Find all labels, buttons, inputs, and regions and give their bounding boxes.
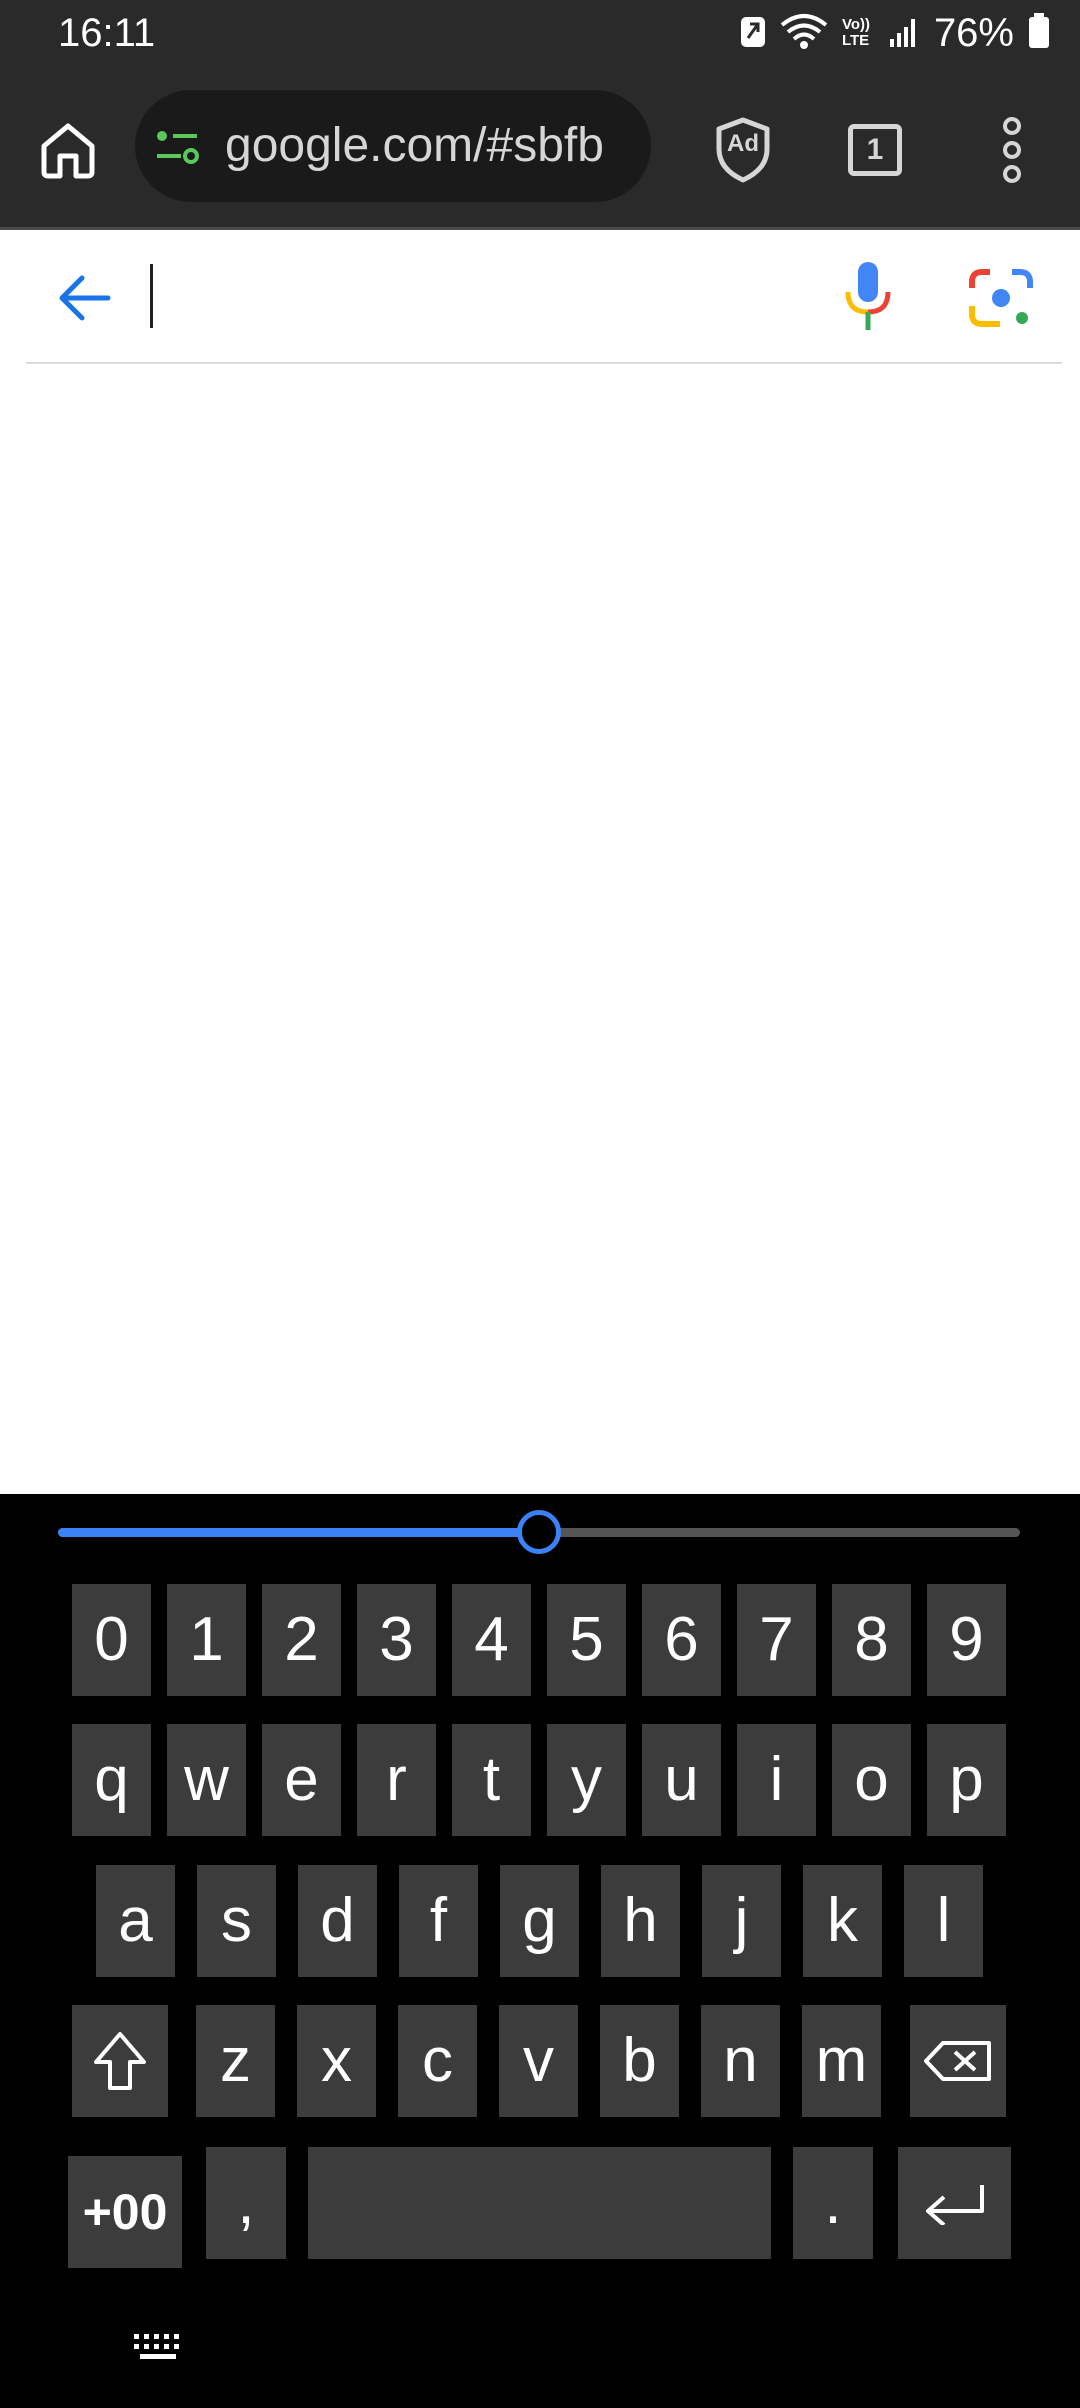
key-j[interactable]: j <box>702 1865 781 1977</box>
backspace-key[interactable] <box>910 2005 1006 2117</box>
enter-icon <box>925 2185 984 2225</box>
search-bar <box>26 230 1062 364</box>
key-x[interactable]: x <box>297 2005 376 2117</box>
key-y[interactable]: y <box>547 1724 626 1836</box>
browser-toolbar: google.com/#sbfb Ad 1 <box>0 72 1080 230</box>
url-text[interactable]: google.com/#sbfb <box>225 90 635 202</box>
key-f[interactable]: f <box>399 1865 478 1977</box>
key-9[interactable]: 9 <box>927 1584 1006 1696</box>
keyboard: 0 1 2 3 4 5 6 7 8 9 q w e r t y u i o p a s d f g h j k l z x c v b n m +00,… <box>0 1494 1080 2408</box>
keyboard-switch-icon[interactable] <box>132 2332 186 2362</box>
more-vert-icon <box>1003 117 1021 183</box>
key-z[interactable]: z <box>196 2005 275 2117</box>
key-o[interactable]: o <box>832 1724 911 1836</box>
key-m[interactable]: m <box>802 2005 881 2117</box>
key-k[interactable]: k <box>803 1865 882 1977</box>
ad-block-label: Ad <box>727 130 759 157</box>
key-3[interactable]: 3 <box>357 1584 436 1696</box>
google-lens-icon[interactable] <box>966 266 1036 330</box>
site-settings-icon[interactable] <box>155 126 199 166</box>
url-bar[interactable]: google.com/#sbfb <box>135 90 651 202</box>
key-c[interactable]: c <box>398 2005 477 2117</box>
slider-fill <box>58 1528 539 1537</box>
key-u[interactable]: u <box>642 1724 721 1836</box>
key-d[interactable]: d <box>298 1865 377 1977</box>
key-8[interactable]: 8 <box>832 1584 911 1696</box>
period-key[interactable]: . <box>793 2147 873 2259</box>
key-t[interactable]: t <box>452 1724 531 1836</box>
signal-icon <box>889 15 920 52</box>
slider-thumb[interactable] <box>517 1510 561 1554</box>
key-i[interactable]: i <box>737 1724 816 1836</box>
volte-icon: Vo)) LTE <box>841 16 870 49</box>
keyboard-size-slider[interactable] <box>58 1510 1020 1554</box>
battery-percent: 76% <box>933 11 1014 55</box>
key-r[interactable]: r <box>357 1724 436 1836</box>
status-icons: Vo)) LTE 76% <box>740 8 1050 58</box>
key-5[interactable]: 5 <box>547 1584 626 1696</box>
key-4[interactable]: 4 <box>452 1584 531 1696</box>
text-cursor <box>150 264 153 328</box>
wifi-icon <box>780 13 828 54</box>
comma-key[interactable]: , <box>206 2147 286 2259</box>
key-7[interactable]: 7 <box>737 1584 816 1696</box>
key-p[interactable]: p <box>927 1724 1006 1836</box>
shift-icon <box>94 2032 146 2090</box>
key-v[interactable]: v <box>499 2005 578 2117</box>
key-6[interactable]: 6 <box>642 1584 721 1696</box>
key-s[interactable]: s <box>197 1865 276 1977</box>
tab-count: 1 <box>866 133 884 166</box>
shift-key[interactable] <box>72 2005 168 2117</box>
status-bar: 16:11 Vo)) LTE 76% <box>0 0 1080 72</box>
key-a[interactable]: a <box>96 1865 175 1977</box>
tab-switcher-button[interactable]: 1 <box>848 124 902 176</box>
key-e[interactable]: e <box>262 1724 341 1836</box>
key-g[interactable]: g <box>500 1865 579 1977</box>
search-input[interactable] <box>148 260 832 334</box>
numbers-key[interactable]: +00 <box>68 2156 182 2268</box>
enter-key[interactable] <box>898 2147 1011 2259</box>
key-0[interactable]: 0 <box>72 1584 151 1696</box>
data-saver-icon <box>740 14 766 53</box>
key-1[interactable]: 1 <box>167 1584 246 1696</box>
battery-icon <box>1028 12 1050 54</box>
space-bar[interactable] <box>308 2147 771 2259</box>
ad-block-button[interactable]: Ad <box>710 112 776 188</box>
home-icon <box>41 123 95 179</box>
key-w[interactable]: w <box>167 1724 246 1836</box>
key-q[interactable]: q <box>72 1724 151 1836</box>
key-2[interactable]: 2 <box>262 1584 341 1696</box>
key-b[interactable]: b <box>600 2005 679 2117</box>
mic-icon[interactable] <box>836 260 900 332</box>
key-h[interactable]: h <box>601 1865 680 1977</box>
back-arrow-icon[interactable] <box>56 270 112 326</box>
home-button[interactable] <box>30 112 106 188</box>
key-n[interactable]: n <box>701 2005 780 2117</box>
more-menu-button[interactable] <box>1000 112 1024 188</box>
backspace-icon <box>924 2041 991 2081</box>
key-l[interactable]: l <box>904 1865 983 1977</box>
status-time: 16:11 <box>58 11 156 55</box>
